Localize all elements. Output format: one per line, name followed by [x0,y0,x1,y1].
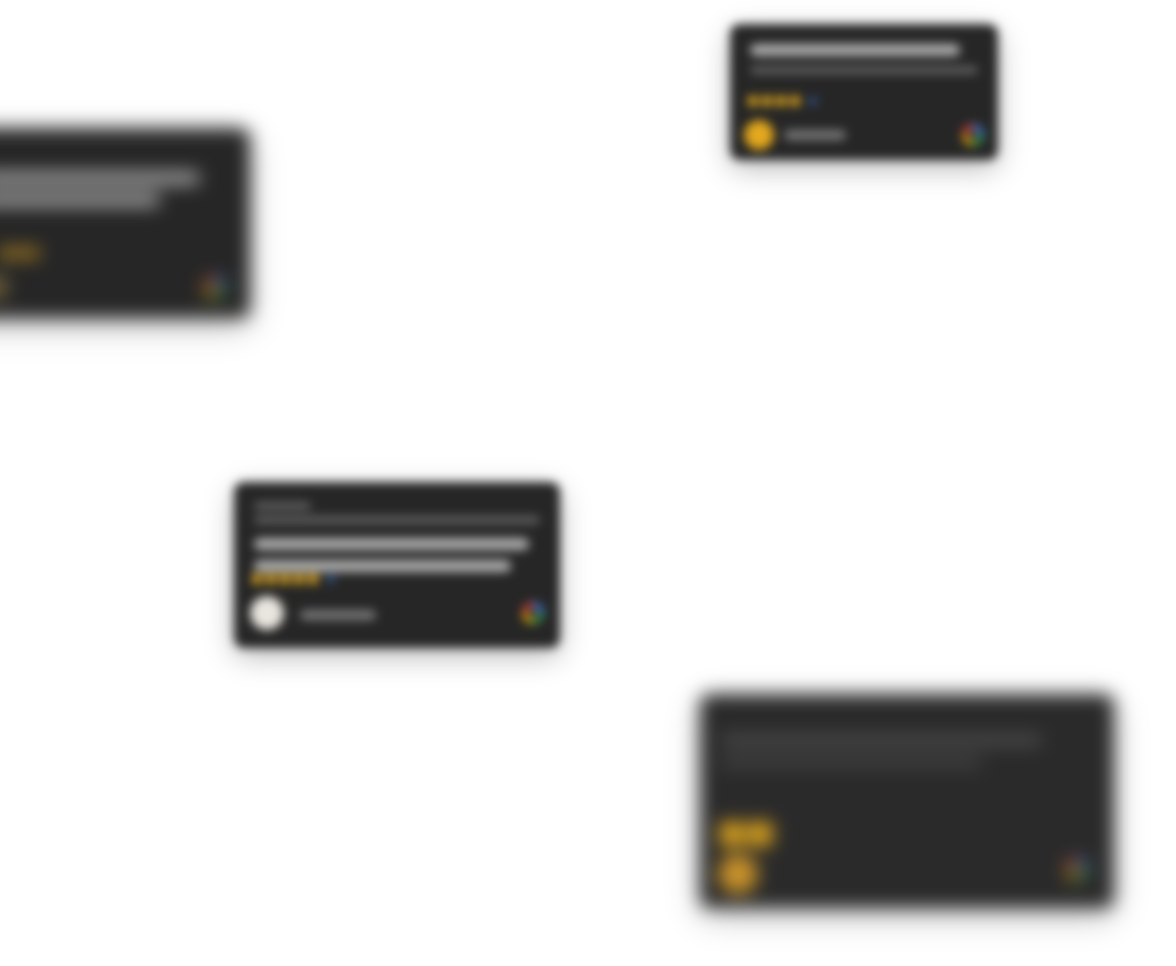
verified-dot [810,98,816,104]
star-icon [266,574,276,584]
reviewer-avatar [718,854,758,894]
star-rating [720,822,772,846]
review-text [720,734,1094,778]
star-icon [294,574,304,584]
review-text [750,44,978,84]
star-icon [748,822,772,846]
star-icon [790,96,800,106]
reviewer-avatar [250,596,284,630]
google-g-icon [522,602,544,624]
review-card-left [0,128,250,318]
review-text [254,502,540,582]
star-rating [0,248,38,258]
google-g-icon [204,276,226,298]
star-icon [252,574,262,584]
google-g-icon [962,124,984,146]
reviewer-avatar [0,274,8,300]
testimonial-canvas [0,0,1176,966]
review-card-top-right [730,24,998,160]
star-rating [252,574,334,584]
google-g-icon [1066,858,1088,880]
star-icon [308,574,318,584]
review-card-bottom-right [700,694,1114,908]
star-icon [280,574,290,584]
star-icon [0,248,10,258]
star-icon [28,248,38,258]
star-icon [776,96,786,106]
star-rating [748,96,816,106]
star-icon [748,96,758,106]
star-icon [720,822,744,846]
star-icon [14,248,24,258]
reviewer-name [300,610,376,620]
star-icon [762,96,772,106]
reviewer-name [784,130,846,140]
review-card-center [234,482,560,648]
verified-dot [328,576,334,582]
reviewer-avatar [744,120,774,150]
review-text [0,172,230,216]
